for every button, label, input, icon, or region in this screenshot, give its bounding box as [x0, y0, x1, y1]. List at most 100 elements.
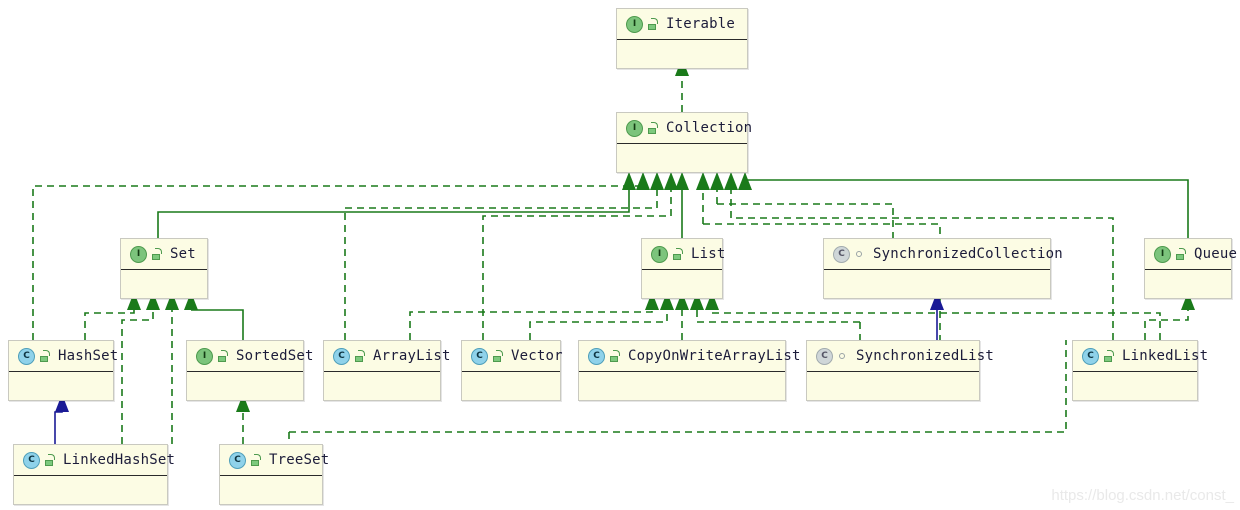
- public-lock-icon: [1104, 350, 1115, 362]
- class-icon: C: [471, 347, 488, 365]
- class-node-treeset[interactable]: C TreeSet: [219, 444, 329, 505]
- class-icon: C: [18, 347, 35, 365]
- node-title: ArrayList: [373, 348, 451, 364]
- node-members-compartment: [642, 270, 722, 298]
- public-lock-icon: [45, 454, 56, 466]
- edge-linkedhashset-implements-set: [121, 310, 154, 444]
- edge-queue-implements-collection: [744, 179, 1189, 238]
- interface-icon: I: [196, 347, 213, 365]
- package-private-icon: [855, 248, 866, 260]
- class-node-linkedhashset[interactable]: C LinkedHashSet: [13, 444, 175, 505]
- class-icon: C: [333, 347, 350, 365]
- public-lock-icon: [355, 350, 366, 362]
- arrowhead: [675, 172, 689, 190]
- uml-class-diagram-canvas: I Iterable I Collection I Set I List C Synchroniz…: [0, 0, 1240, 510]
- node-members-compartment: [1145, 270, 1231, 298]
- class-icon: C: [23, 451, 40, 469]
- node-members-compartment: [617, 144, 747, 172]
- node-header: I Collection: [617, 113, 752, 144]
- arrowhead: [710, 172, 724, 190]
- edge-linkedlist-implements-list: [711, 310, 1161, 340]
- node-header: C TreeSet: [220, 445, 329, 476]
- class-node-hashset[interactable]: C HashSet: [8, 340, 118, 401]
- node-title: Iterable: [666, 16, 736, 32]
- edge-linkedhashset-extends-hashset: [54, 410, 63, 444]
- node-members-compartment: [579, 372, 785, 400]
- interface-icon: I: [651, 245, 668, 263]
- node-members-compartment: [1073, 372, 1197, 400]
- edge-set-implements-collection: [157, 190, 630, 238]
- node-header: I SortedSet: [187, 341, 313, 372]
- node-members-compartment: [9, 372, 113, 400]
- class-icon: C: [229, 451, 246, 469]
- public-lock-icon: [493, 350, 504, 362]
- edge-linkedlist-implements-queue: [1144, 310, 1189, 340]
- node-header: C LinkedList: [1073, 341, 1208, 372]
- node-title: Collection: [666, 120, 753, 136]
- arrowhead: [696, 172, 710, 190]
- node-header: C ArrayList: [324, 341, 450, 372]
- edge-arraylist-implements-collection: [344, 190, 658, 340]
- public-lock-icon: [673, 248, 684, 260]
- class-node-collection[interactable]: I Collection: [616, 112, 752, 173]
- class-node-iterable[interactable]: I Iterable: [616, 8, 748, 69]
- node-title: HashSet: [58, 348, 119, 364]
- node-title: TreeSet: [269, 452, 330, 468]
- class-node-queue[interactable]: I Queue: [1144, 238, 1237, 299]
- class-icon: C: [588, 347, 605, 365]
- node-header: I List: [642, 239, 725, 270]
- class-node-vector[interactable]: C Vector: [461, 340, 563, 401]
- class-node-synccollection[interactable]: C SynchronizedCollection: [823, 238, 1063, 299]
- edge-hashset-implements-set: [84, 310, 135, 340]
- class-node-cowal[interactable]: C CopyOnWriteArrayList: [578, 340, 800, 401]
- node-members-compartment: [187, 372, 303, 400]
- public-lock-icon: [648, 122, 659, 134]
- node-header: C SynchronizedList: [807, 341, 994, 372]
- node-title: List: [691, 246, 726, 262]
- node-header: C SynchronizedCollection: [824, 239, 1063, 270]
- node-members-compartment: [220, 476, 322, 504]
- class-node-synclist[interactable]: C SynchronizedList: [806, 340, 994, 401]
- node-header: I Queue: [1145, 239, 1237, 270]
- interface-icon: I: [1154, 245, 1171, 263]
- node-title: SortedSet: [236, 348, 314, 364]
- watermark: https://blog.csdn.net/const_: [1051, 487, 1234, 504]
- node-header: I Set: [121, 239, 207, 270]
- class-node-linkedlist[interactable]: C LinkedList: [1072, 340, 1208, 401]
- public-lock-icon: [610, 350, 621, 362]
- node-header: C HashSet: [9, 341, 118, 372]
- package-private-icon: [838, 350, 849, 362]
- public-lock-icon: [648, 18, 659, 30]
- edge-synccollection-implements-collection: [716, 190, 894, 238]
- node-title: SynchronizedList: [856, 348, 995, 364]
- node-members-compartment: [824, 270, 1050, 298]
- node-header: C Vector: [462, 341, 563, 372]
- edge-synclist-implements-list: [696, 310, 861, 340]
- arrowhead: [650, 172, 664, 190]
- class-node-list[interactable]: I List: [641, 238, 725, 299]
- node-title: LinkedHashSet: [63, 452, 176, 468]
- node-header: I Iterable: [617, 9, 747, 40]
- interface-icon: I: [626, 119, 643, 137]
- class-node-set[interactable]: I Set: [120, 238, 208, 299]
- public-lock-icon: [251, 454, 262, 466]
- public-lock-icon: [1176, 248, 1187, 260]
- arrowhead: [724, 172, 738, 190]
- interface-icon: I: [130, 245, 147, 263]
- node-members-compartment: [807, 372, 979, 400]
- node-title: LinkedList: [1122, 348, 1209, 364]
- arrowhead: [636, 172, 650, 190]
- class-icon: C: [816, 347, 833, 365]
- node-title: CopyOnWriteArrayList: [628, 348, 801, 364]
- class-icon: C: [833, 245, 850, 263]
- node-header: C LinkedHashSet: [14, 445, 175, 476]
- arrowhead: [622, 172, 636, 190]
- class-node-arraylist[interactable]: C ArrayList: [323, 340, 450, 401]
- public-lock-icon: [218, 350, 229, 362]
- class-node-sortedset[interactable]: I SortedSet: [186, 340, 313, 401]
- node-members-compartment: [462, 372, 560, 400]
- edge-sortedset-implements-set: [191, 309, 244, 340]
- node-header: C CopyOnWriteArrayList: [579, 341, 800, 372]
- public-lock-icon: [152, 248, 163, 260]
- node-title: Vector: [511, 348, 563, 364]
